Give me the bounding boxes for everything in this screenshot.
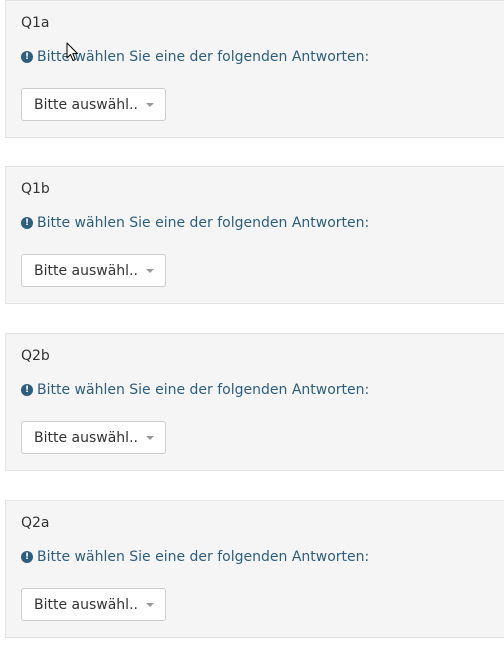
answer-select[interactable]: Bitte auswähl... bbox=[21, 88, 166, 121]
question-tip: ! Bitte wählen Sie eine der folgenden An… bbox=[21, 213, 369, 233]
answer-select[interactable]: Bitte auswähl... bbox=[21, 254, 166, 287]
question-title: Q1b bbox=[21, 181, 50, 197]
answer-select-value: Bitte auswähl... bbox=[34, 596, 138, 613]
question-title: Q1a bbox=[21, 15, 50, 31]
survey-page: Q1a ! Bitte wählen Sie eine der folgende… bbox=[0, 0, 504, 646]
caret-down-icon bbox=[146, 103, 154, 107]
exclamation-circle-icon: ! bbox=[21, 551, 33, 563]
question-tip: ! Bitte wählen Sie eine der folgenden An… bbox=[21, 47, 369, 67]
answer-select[interactable]: Bitte auswähl... bbox=[21, 588, 166, 621]
question-title: Q2a bbox=[21, 515, 50, 531]
question-q2a: Q2a ! Bitte wählen Sie eine der folgende… bbox=[5, 500, 504, 638]
answer-select-value: Bitte auswähl... bbox=[34, 96, 138, 113]
answer-select[interactable]: Bitte auswähl... bbox=[21, 421, 166, 454]
question-tip-text: Bitte wählen Sie eine der folgenden Antw… bbox=[37, 215, 370, 231]
question-q2b: Q2b ! Bitte wählen Sie eine der folgende… bbox=[5, 333, 504, 471]
question-title: Q2b bbox=[21, 348, 50, 364]
answer-select-value: Bitte auswähl... bbox=[34, 429, 138, 446]
question-tip-text: Bitte wählen Sie eine der folgenden Antw… bbox=[37, 549, 370, 565]
exclamation-circle-icon: ! bbox=[21, 51, 33, 63]
question-tip: ! Bitte wählen Sie eine der folgenden An… bbox=[21, 380, 369, 400]
question-tip-text: Bitte wählen Sie eine der folgenden Antw… bbox=[37, 382, 370, 398]
question-tip-text: Bitte wählen Sie eine der folgenden Antw… bbox=[37, 49, 370, 65]
question-q1a: Q1a ! Bitte wählen Sie eine der folgende… bbox=[5, 0, 504, 138]
caret-down-icon bbox=[146, 603, 154, 607]
question-q1b: Q1b ! Bitte wählen Sie eine der folgende… bbox=[5, 166, 504, 304]
exclamation-circle-icon: ! bbox=[21, 384, 33, 396]
answer-select-value: Bitte auswähl... bbox=[34, 262, 138, 279]
exclamation-circle-icon: ! bbox=[21, 217, 33, 229]
caret-down-icon bbox=[146, 269, 154, 273]
caret-down-icon bbox=[146, 436, 154, 440]
question-tip: ! Bitte wählen Sie eine der folgenden An… bbox=[21, 547, 369, 567]
